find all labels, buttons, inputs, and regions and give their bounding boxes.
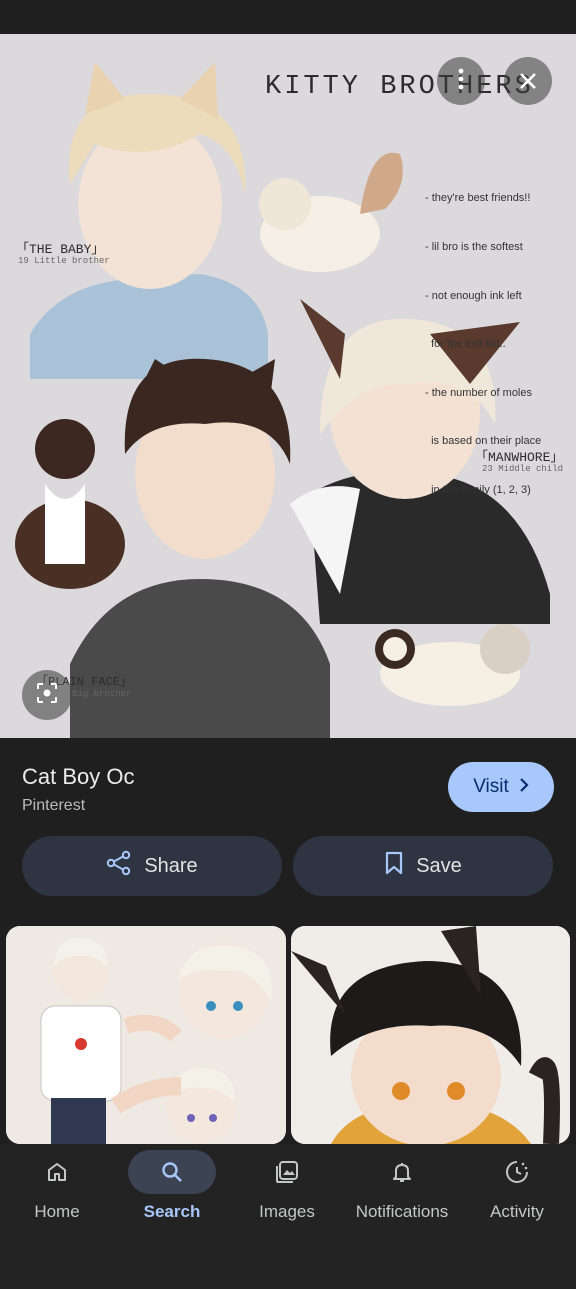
related-image-1[interactable]: [6, 926, 286, 1144]
activity-icon: [473, 1150, 561, 1194]
note-line: - lil bro is the softest: [425, 241, 523, 254]
bookmark-icon: [384, 851, 404, 881]
nav-notifications[interactable]: Notifications: [347, 1150, 457, 1222]
close-icon: [519, 66, 537, 97]
nav-home-label: Home: [34, 1202, 80, 1221]
nav-images[interactable]: Images: [232, 1150, 342, 1222]
nav-activity-label: Activity: [490, 1202, 544, 1221]
note-line: - they're best friends!!: [425, 192, 531, 205]
status-bar: [0, 0, 576, 34]
nav-search[interactable]: Search: [117, 1150, 227, 1222]
more-vert-icon: [458, 66, 464, 97]
artwork-notes: - they're best friends!! - lil bro is th…: [425, 158, 541, 531]
share-label: Share: [144, 854, 198, 877]
related-image-2[interactable]: [291, 926, 570, 1144]
lens-icon: [36, 682, 58, 709]
related-image-1-art: [6, 926, 286, 1144]
share-button[interactable]: Share: [22, 836, 282, 896]
nav-search-label: Search: [143, 1202, 201, 1221]
home-icon: [13, 1150, 101, 1194]
nav-home[interactable]: Home: [2, 1150, 112, 1222]
visit-button[interactable]: Visit: [448, 762, 554, 812]
bell-icon: [358, 1150, 446, 1194]
search-icon: [128, 1150, 216, 1194]
save-button[interactable]: Save: [293, 836, 553, 896]
chevron-right-icon: [519, 776, 529, 798]
note-line: for the lost kid..: [425, 338, 506, 351]
label-manwhore: 「MANWHORE」: [475, 450, 564, 465]
result-title[interactable]: Cat Boy Oc: [22, 764, 134, 790]
close-button[interactable]: [504, 57, 552, 105]
note-line: in the family (1, 2, 3): [425, 484, 531, 497]
result-source: Pinterest: [22, 797, 86, 814]
lens-button[interactable]: [22, 670, 72, 720]
share-icon: [106, 850, 132, 882]
visit-label: Visit: [473, 776, 509, 797]
images-icon: [243, 1150, 331, 1194]
note-line: - not enough ink left: [425, 289, 522, 302]
label-plain-face-sub: Big brother: [72, 689, 132, 699]
label-the-baby: 「THE BABY」: [16, 242, 105, 257]
save-label: Save: [416, 854, 462, 877]
label-the-baby-sub: 19 Little brother: [18, 256, 110, 266]
nav-activity[interactable]: Activity: [462, 1150, 572, 1222]
more-options-button[interactable]: [437, 57, 485, 105]
nav-notifications-label: Notifications: [355, 1202, 449, 1221]
main-image[interactable]: KITTY BROTHERS - they're best friends!! …: [0, 34, 576, 738]
related-image-2-art: [291, 926, 570, 1144]
artwork-title: KITTY BROTHERS: [265, 72, 534, 102]
nav-images-label: Images: [259, 1202, 315, 1221]
note-line: - the number of moles: [425, 386, 532, 399]
label-manwhore-sub: 23 Middle child: [482, 464, 564, 474]
